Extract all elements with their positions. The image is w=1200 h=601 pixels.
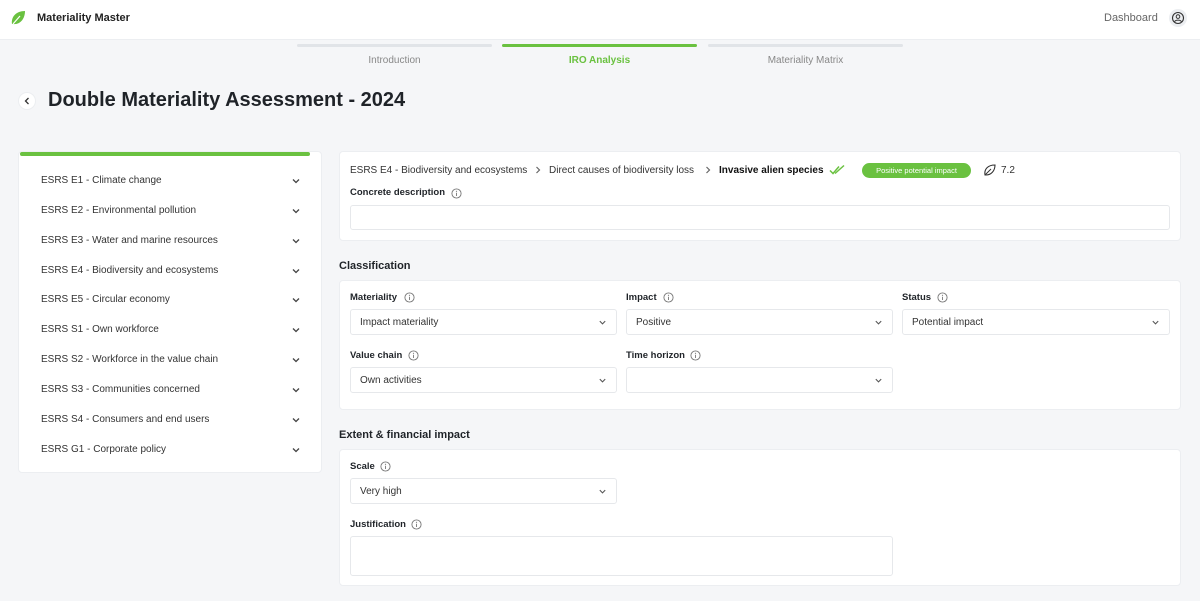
app-name: Materiality Master — [37, 12, 130, 24]
materiality-label: Materiality — [350, 292, 397, 303]
breadcrumb-current: Invasive alien species — [719, 165, 824, 176]
sidebar-accent-bar — [20, 152, 310, 156]
chevron-down-icon — [292, 269, 300, 274]
step-bar — [708, 44, 903, 47]
justification-label: Justification — [350, 519, 406, 530]
step-bar — [502, 44, 697, 47]
chevron-down-icon — [292, 239, 300, 244]
chevron-down-icon — [292, 209, 300, 214]
concrete-description-label: Concrete description — [350, 187, 446, 198]
select-value: Very high — [360, 486, 402, 497]
chevron-down-icon — [599, 378, 606, 383]
topic-item-e3[interactable]: ESRS E3 - Water and marine resources — [41, 232, 313, 252]
chevron-down-icon — [875, 320, 882, 325]
time-horizon-label: Time horizon — [626, 350, 685, 361]
leaf-logo-icon — [11, 11, 25, 25]
scale-select[interactable]: Very high — [350, 478, 617, 504]
top-bar: Materiality Master Dashboard — [0, 0, 1200, 40]
chevron-down-icon — [875, 378, 882, 383]
step-bar — [297, 44, 492, 47]
impact-select[interactable]: Positive — [626, 309, 893, 335]
chevron-right-icon — [706, 166, 711, 174]
chevron-down-icon — [292, 418, 300, 423]
chevron-down-icon — [292, 179, 300, 184]
concrete-description-input[interactable] — [350, 205, 1170, 230]
info-icon[interactable] — [380, 461, 391, 472]
chevron-down-icon — [292, 388, 300, 393]
step-label: Materiality Matrix — [767, 55, 844, 66]
topic-item-e2[interactable]: ESRS E2 - Environmental pollution — [41, 202, 313, 222]
double-check-icon — [829, 164, 845, 175]
time-horizon-select[interactable] — [626, 367, 893, 393]
select-value: Positive — [636, 317, 672, 328]
step-label: Introduction — [368, 55, 421, 66]
topic-label: ESRS G1 - Corporate policy — [41, 444, 167, 455]
materiality-select[interactable]: Impact materiality — [350, 309, 617, 335]
chevron-down-icon — [1152, 320, 1159, 325]
topic-item-s4[interactable]: ESRS S4 - Consumers and end users — [41, 411, 313, 431]
info-icon[interactable] — [411, 519, 422, 530]
info-icon[interactable] — [451, 188, 462, 199]
value-chain-select[interactable]: Own activities — [350, 367, 617, 393]
dashboard-link[interactable]: Dashboard — [1104, 12, 1158, 24]
status-label: Status — [902, 292, 932, 303]
user-avatar-icon[interactable] — [1169, 9, 1187, 27]
value-chain-label: Value chain — [350, 350, 403, 361]
chevron-down-icon — [292, 298, 300, 303]
topic-item-s3[interactable]: ESRS S3 - Communities concerned — [41, 381, 313, 401]
topic-item-e1[interactable]: ESRS E1 - Climate change — [41, 172, 313, 192]
topic-item-e4[interactable]: ESRS E4 - Biodiversity and ecosystems — [41, 262, 313, 282]
chevron-down-icon — [599, 320, 606, 325]
breadcrumb-subtopic[interactable]: Direct causes of biodiversity loss — [549, 165, 694, 176]
topic-label: ESRS E1 - Climate change — [41, 175, 162, 186]
topic-label: ESRS S4 - Consumers and end users — [41, 414, 210, 425]
topic-item-g1[interactable]: ESRS G1 - Corporate policy — [41, 441, 313, 461]
topic-label: ESRS E4 - Biodiversity and ecosystems — [41, 265, 219, 276]
topic-sidebar: ESRS E1 - Climate change ESRS E2 - Envir… — [18, 151, 322, 473]
topic-item-e5[interactable]: ESRS E5 - Circular economy — [41, 291, 313, 311]
chevron-down-icon — [292, 328, 300, 333]
back-button[interactable] — [18, 92, 36, 110]
info-icon[interactable] — [404, 292, 415, 303]
select-value: Potential impact — [912, 317, 984, 328]
info-icon[interactable] — [408, 350, 419, 361]
step-label: IRO Analysis — [568, 55, 631, 66]
page-title: Double Materiality Assessment - 2024 — [48, 89, 406, 111]
topic-label: ESRS S3 - Communities concerned — [41, 384, 200, 395]
status-select[interactable]: Potential impact — [902, 309, 1170, 335]
score-value: 7.2 — [1001, 165, 1015, 176]
chevron-down-icon — [292, 358, 300, 363]
topic-label: ESRS E2 - Environmental pollution — [41, 205, 197, 216]
select-value: Impact materiality — [360, 317, 439, 328]
select-value: Own activities — [360, 375, 422, 386]
justification-textarea[interactable] — [350, 536, 893, 576]
topic-item-s1[interactable]: ESRS S1 - Own workforce — [41, 321, 313, 341]
impact-label: Impact — [626, 292, 657, 303]
chevron-down-icon — [292, 448, 300, 453]
leaf-score-icon — [984, 164, 996, 176]
topic-item-s2[interactable]: ESRS S2 - Workforce in the value chain — [41, 351, 313, 371]
impact-status-badge: Positive potential impact — [862, 163, 971, 178]
step-iro-analysis[interactable]: IRO Analysis — [502, 44, 697, 66]
chevron-left-icon — [24, 97, 29, 105]
topic-label: ESRS E3 - Water and marine resources — [41, 235, 218, 246]
topic-label: ESRS S2 - Workforce in the value chain — [41, 354, 219, 365]
scale-label: Scale — [350, 461, 375, 472]
classification-title: Classification — [339, 260, 411, 272]
step-introduction[interactable]: Introduction — [297, 44, 492, 66]
breadcrumb-topic[interactable]: ESRS E4 - Biodiversity and ecosystems — [350, 165, 527, 176]
chevron-right-icon — [536, 166, 541, 174]
info-icon[interactable] — [663, 292, 674, 303]
topic-label: ESRS S1 - Own workforce — [41, 324, 159, 335]
extent-title: Extent & financial impact — [339, 429, 470, 441]
info-icon[interactable] — [690, 350, 701, 361]
topic-label: ESRS E5 - Circular economy — [41, 294, 170, 305]
chevron-down-icon — [599, 489, 606, 494]
step-materiality-matrix[interactable]: Materiality Matrix — [708, 44, 903, 66]
info-icon[interactable] — [937, 292, 948, 303]
